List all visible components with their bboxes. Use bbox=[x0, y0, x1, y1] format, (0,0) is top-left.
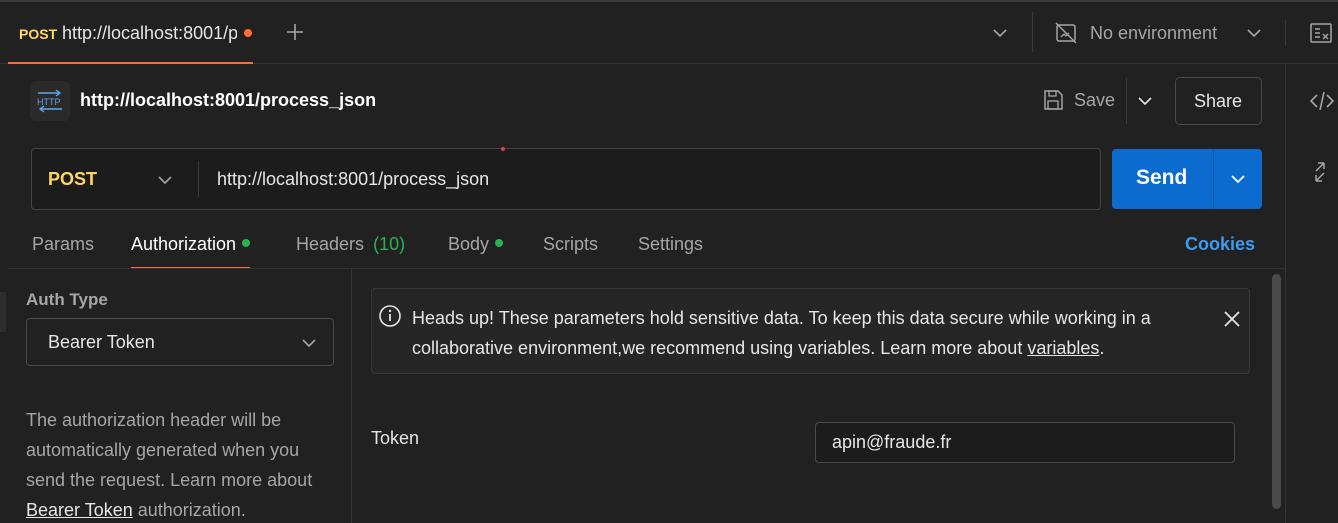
chevron-down-icon bbox=[993, 29, 1007, 38]
chevron-down-icon bbox=[1231, 175, 1245, 184]
auth-desc-tail: authorization. bbox=[132, 500, 246, 520]
close-icon bbox=[1224, 311, 1240, 327]
variables-link[interactable]: variables bbox=[1027, 338, 1099, 358]
save-options-button[interactable] bbox=[1137, 93, 1153, 109]
no-environment-icon bbox=[1055, 22, 1077, 44]
active-indicator-dot bbox=[242, 239, 251, 248]
code-icon bbox=[1309, 91, 1335, 111]
active-indicator-dot bbox=[495, 239, 504, 248]
tab-headers[interactable]: Headers (10) bbox=[296, 234, 405, 255]
auth-type-label: Auth Type bbox=[26, 290, 108, 309]
environment-label: No environment bbox=[1090, 23, 1218, 43]
save-icon bbox=[1044, 90, 1063, 110]
send-label: Send bbox=[1136, 166, 1188, 189]
tabbar-divider bbox=[1285, 20, 1286, 46]
dismiss-notice-button[interactable] bbox=[1222, 309, 1242, 329]
chevron-down-icon bbox=[302, 339, 316, 348]
tab-title: http://localhost:8001/p bbox=[62, 23, 237, 43]
new-tab-button[interactable] bbox=[285, 22, 305, 42]
tab-authorization-label: Authorization bbox=[131, 234, 237, 254]
info-circle-icon bbox=[379, 305, 401, 327]
tab-scripts[interactable]: Scripts bbox=[543, 234, 598, 255]
url-input[interactable]: http://localhost:8001/process_json bbox=[217, 169, 489, 190]
chevron-down-icon bbox=[158, 176, 172, 185]
sensitive-data-notice: Heads up! These parameters hold sensitiv… bbox=[371, 288, 1250, 374]
notice-end: . bbox=[1099, 338, 1105, 358]
tab-bar: POST http://localhost:8001/p No environm… bbox=[0, 0, 1338, 64]
sidebar-edge bbox=[0, 292, 6, 332]
save-label: Save bbox=[1074, 90, 1116, 110]
method-selector[interactable]: POST bbox=[32, 149, 198, 209]
related-collections-icon bbox=[1315, 162, 1325, 182]
tab-body[interactable]: Body bbox=[448, 234, 504, 255]
tab-params[interactable]: Params bbox=[32, 234, 94, 255]
save-button[interactable]: Save bbox=[1040, 86, 1120, 116]
chevron-down-icon bbox=[1138, 97, 1152, 106]
plus-icon bbox=[287, 24, 303, 40]
send-options-button[interactable] bbox=[1214, 149, 1262, 209]
unsaved-dot bbox=[244, 29, 252, 37]
http-request-icon-tile: HTTP bbox=[30, 81, 70, 121]
request-tab-active[interactable]: POST http://localhost:8001/p bbox=[8, 2, 253, 64]
auth-type-value: Bearer Token bbox=[48, 332, 155, 352]
chevron-down-icon bbox=[1247, 29, 1261, 38]
token-input[interactable]: apin@fraude.fr bbox=[815, 422, 1235, 463]
send-button[interactable]: Send bbox=[1112, 149, 1213, 209]
notice-text: Heads up! These parameters hold sensitiv… bbox=[412, 303, 1151, 363]
cookies-link[interactable]: Cookies bbox=[1185, 234, 1255, 255]
auth-type-select[interactable]: Bearer Token bbox=[26, 318, 334, 366]
environment-quick-look-icon bbox=[1310, 23, 1332, 43]
send-button-group: Send bbox=[1112, 149, 1262, 209]
environment-selector[interactable]: No environment bbox=[1054, 20, 1274, 46]
tabbar-divider bbox=[1032, 12, 1033, 52]
save-divider bbox=[1126, 78, 1127, 124]
share-button[interactable]: Share bbox=[1175, 77, 1262, 125]
notice-line2-text: collaborative environment,we recommend u… bbox=[412, 338, 1028, 358]
auth-desc-line: automatically generated when you bbox=[26, 440, 300, 460]
tab-method-badge: POST bbox=[19, 26, 58, 42]
auth-desc-line: The authorization header will be bbox=[26, 410, 282, 430]
token-value: apin@fraude.fr bbox=[832, 432, 952, 452]
method-label: POST bbox=[48, 169, 98, 189]
tab-headers-label: Headers bbox=[296, 234, 365, 254]
tab-settings[interactable]: Settings bbox=[638, 234, 703, 255]
auth-description: The authorization header will be automat… bbox=[26, 405, 346, 523]
auth-desc-line: Bearer Token authorization. bbox=[26, 495, 346, 523]
headers-count: (10) bbox=[373, 234, 406, 254]
url-change-marker bbox=[501, 147, 505, 151]
environment-quick-look-button[interactable] bbox=[1309, 21, 1333, 45]
method-divider bbox=[198, 161, 199, 197]
scrollbar[interactable] bbox=[1272, 274, 1281, 509]
tab-authorization[interactable]: Authorization bbox=[131, 234, 251, 269]
tabs-dropdown-button[interactable] bbox=[992, 25, 1008, 41]
code-snippet-button[interactable] bbox=[1309, 90, 1335, 112]
request-title[interactable]: http://localhost:8001/process_json bbox=[80, 90, 376, 111]
svg-text:HTTP: HTTP bbox=[37, 97, 61, 107]
tab-body-label: Body bbox=[448, 234, 490, 254]
auth-desc-line: send the request. Learn more about bbox=[26, 470, 313, 490]
right-sidebar bbox=[1285, 64, 1338, 523]
bearer-token-link[interactable]: Bearer Token bbox=[26, 500, 133, 520]
notice-line: collaborative environment,we recommend u… bbox=[412, 333, 1151, 363]
token-label: Token bbox=[371, 428, 420, 448]
http-icon: HTTP bbox=[37, 89, 62, 113]
url-bar: POST http://localhost:8001/process_json bbox=[31, 147, 1101, 210]
related-collections-button[interactable] bbox=[1310, 161, 1330, 183]
share-label: Share bbox=[1194, 91, 1243, 111]
notice-line: Heads up! These parameters hold sensitiv… bbox=[412, 308, 1151, 328]
